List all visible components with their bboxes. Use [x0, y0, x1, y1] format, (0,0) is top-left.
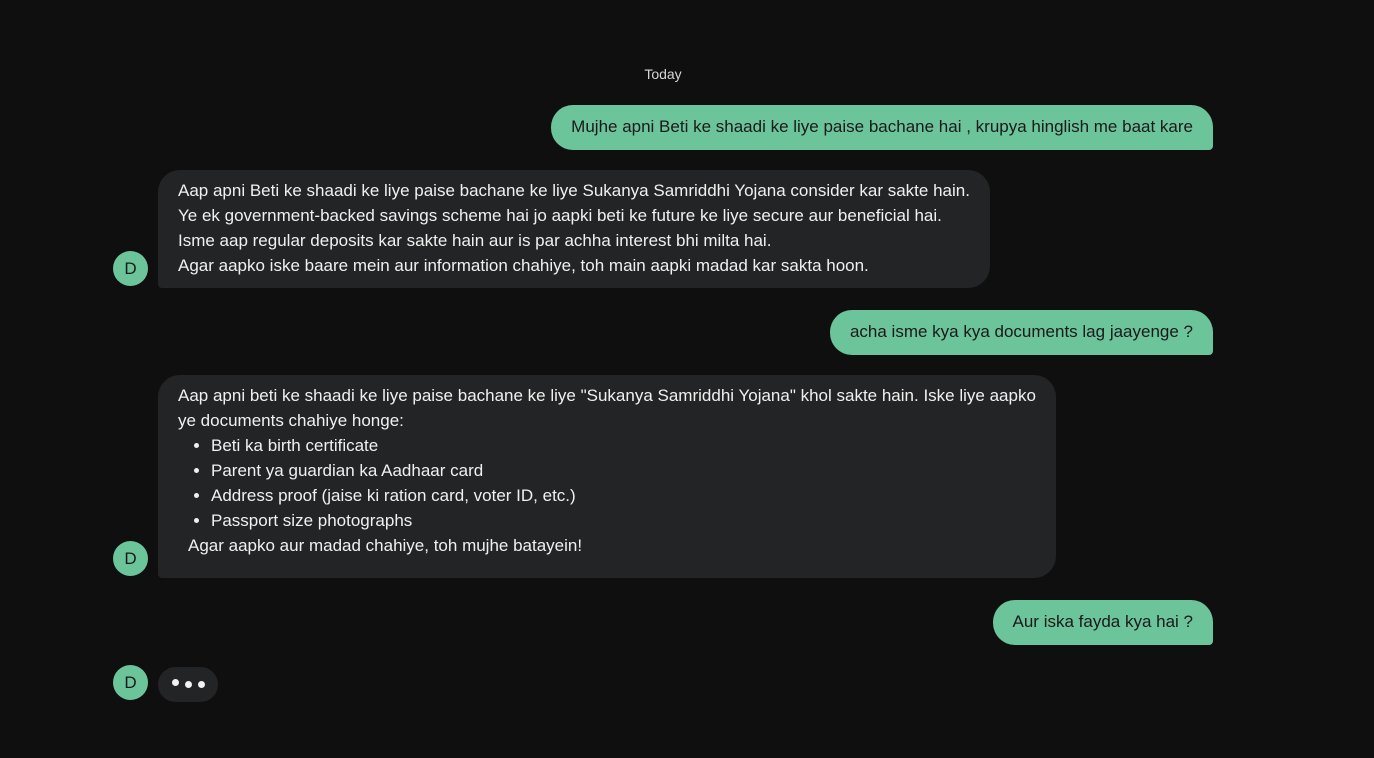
typing-dot-icon	[197, 681, 205, 688]
list-item: Passport size photographs	[211, 508, 1036, 533]
message-line: Isme aap regular deposits kar sakte hain…	[178, 231, 772, 250]
user-message-row: acha isme kya kya documents lag jaayenge…	[829, 310, 1213, 355]
bot-avatar: D	[113, 251, 148, 286]
user-message-bubble: Mujhe apni Beti ke shaadi ke liye paise …	[551, 105, 1213, 150]
bot-message-bubble: Aap apni Beti ke shaadi ke liye paise ba…	[158, 170, 990, 288]
typing-indicator	[158, 667, 218, 702]
message-line: ye documents chahiye honge:	[178, 411, 404, 430]
bot-avatar: D	[113, 541, 148, 576]
user-message-row: Aur iska fayda kya hai ?	[992, 600, 1213, 645]
list-item: Beti ka birth certificate	[211, 433, 1036, 458]
typing-dot-icon	[184, 681, 192, 688]
message-line: Aap apni beti ke shaadi ke liye paise ba…	[178, 386, 1036, 405]
user-message-row: Mujhe apni Beti ke shaadi ke liye paise …	[551, 105, 1213, 150]
documents-list: Beti ka birth certificate Parent ya guar…	[178, 433, 1036, 533]
bot-typing-row: D	[113, 665, 218, 702]
message-line: Agar aapko iske baare mein aur informati…	[178, 256, 869, 275]
message-line: Ye ek government-backed savings scheme h…	[178, 206, 942, 225]
list-item: Parent ya guardian ka Aadhaar card	[211, 458, 1036, 483]
bot-avatar: D	[113, 665, 148, 700]
typing-dot-icon	[171, 679, 179, 686]
bot-message-row: D Aap apni Beti ke shaadi ke liye paise …	[113, 170, 990, 288]
date-separator: Today	[644, 66, 682, 82]
user-message-bubble: Aur iska fayda kya hai ?	[992, 600, 1213, 645]
user-message-bubble: acha isme kya kya documents lag jaayenge…	[829, 310, 1213, 355]
chat-window: Today Mujhe apni Beti ke shaadi ke liye …	[0, 0, 1374, 758]
message-line: Agar aapko aur madad chahiye, toh mujhe …	[188, 536, 583, 555]
list-item: Address proof (jaise ki ration card, vot…	[211, 483, 1036, 508]
bot-message-bubble: Aap apni beti ke shaadi ke liye paise ba…	[158, 375, 1056, 578]
message-line: Aap apni Beti ke shaadi ke liye paise ba…	[178, 181, 970, 200]
bot-message-row: D Aap apni beti ke shaadi ke liye paise …	[113, 375, 1056, 578]
